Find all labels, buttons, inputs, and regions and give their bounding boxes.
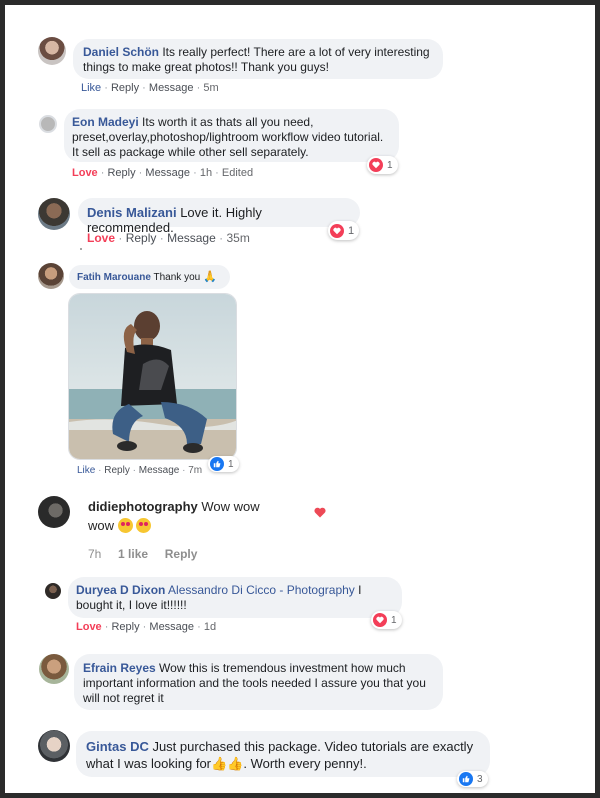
reply-link[interactable]: Reply: [104, 465, 130, 476]
thumbs-up-icon: [459, 772, 473, 786]
thumbs-up-emoji: 👍: [227, 756, 244, 771]
folded-hands-emoji: 🙏: [202, 271, 217, 283]
timestamp[interactable]: 5m: [203, 82, 218, 94]
comment-actions: Like · Reply · Message · 7m: [77, 465, 203, 476]
heart-eyes-emoji: [136, 518, 152, 533]
comment-author[interactable]: Daniel Schön: [83, 45, 159, 59]
message-link[interactable]: Message: [149, 621, 194, 633]
edited-label: Edited: [221, 167, 254, 179]
like-link[interactable]: Like: [77, 465, 95, 476]
comment-text: Thank you: [150, 272, 203, 283]
comment-author[interactable]: didiephotography: [88, 499, 198, 514]
avatar[interactable]: [38, 263, 64, 289]
comment-actions: Love · Reply · Message · 35m: [87, 231, 250, 245]
comment-actions: Love · Reply · Message · 1d: [76, 621, 217, 633]
message-link[interactable]: Message: [167, 231, 216, 245]
comment-author[interactable]: Fatih Marouane: [77, 272, 151, 283]
comment-author[interactable]: Denis Malizani: [87, 205, 177, 220]
comment-bubble: Gintas DC Just purchased this package. V…: [76, 731, 490, 777]
comment-text-continued: . Worth every penny!.: [243, 756, 367, 771]
avatar[interactable]: [38, 496, 70, 528]
reaction-count: 1: [348, 224, 355, 237]
reaction-badge[interactable]: 1: [208, 456, 239, 472]
heart-icon: [369, 158, 383, 172]
message-link[interactable]: Message: [149, 82, 194, 94]
comment-bubble: Denis Malizani Love it. Highly recommend…: [78, 198, 360, 235]
comment-author[interactable]: Duryea D Dixon: [76, 583, 165, 597]
reply-link[interactable]: Reply: [107, 167, 135, 179]
timestamp[interactable]: 35m: [226, 231, 249, 245]
reaction-badge[interactable]: 1: [328, 221, 360, 240]
message-link[interactable]: Message: [145, 167, 190, 179]
avatar[interactable]: [45, 583, 61, 599]
avatar[interactable]: [38, 730, 70, 762]
thumbs-up-emoji: 👍: [211, 756, 228, 771]
reaction-badge[interactable]: 3: [457, 771, 488, 787]
comment-bubble: Duryea D Dixon Alessandro Di Cicco - Pho…: [68, 577, 402, 618]
likes-count[interactable]: 1 like: [118, 547, 148, 561]
reaction-count: 1: [228, 458, 234, 470]
screenshot-frame: Daniel Schön Its really perfect! There a…: [0, 0, 600, 798]
comment-body: didiephotography Wow wow wow: [88, 497, 308, 535]
comment-actions: Like · Reply · Message · 5m: [81, 82, 219, 94]
stray-dot: [80, 248, 82, 250]
love-link[interactable]: Love: [87, 231, 115, 245]
love-link[interactable]: Love: [72, 167, 98, 179]
heart-icon: [314, 507, 326, 518]
reaction-count: 1: [391, 614, 397, 626]
avatar[interactable]: [38, 198, 70, 230]
comment-bubble: Daniel Schön Its really perfect! There a…: [73, 39, 443, 79]
avatar[interactable]: [39, 654, 69, 684]
reaction-badge[interactable]: 1: [371, 611, 402, 629]
mention-link[interactable]: Alessandro Di Cicco - Photography: [168, 583, 355, 597]
comment-bubble: Eon Madeyi Its worth it as thats all you…: [64, 109, 399, 162]
heart-icon: [373, 613, 387, 627]
reply-link[interactable]: Reply: [126, 231, 157, 245]
reaction-count: 1: [387, 159, 393, 171]
reply-link[interactable]: Reply: [111, 621, 139, 633]
like-link[interactable]: Like: [81, 82, 101, 94]
heart-eyes-emoji: [117, 518, 133, 533]
comment-author[interactable]: Gintas DC: [86, 739, 149, 754]
comment-bubble: Fatih Marouane Thank you 🙏: [69, 265, 230, 289]
avatar[interactable]: [39, 115, 57, 133]
timestamp[interactable]: 7h: [88, 547, 101, 561]
reply-link[interactable]: Reply: [111, 82, 139, 94]
comment-author[interactable]: Efrain Reyes: [83, 661, 156, 675]
attached-photo[interactable]: [68, 293, 237, 460]
like-heart-button[interactable]: [314, 505, 326, 523]
comment-bubble: Efrain Reyes Wow this is tremendous inve…: [74, 654, 443, 710]
comment-author[interactable]: Eon Madeyi: [72, 115, 139, 129]
heart-icon: [330, 223, 344, 238]
photo-illustration: [69, 294, 236, 459]
avatar[interactable]: [38, 37, 66, 65]
message-link[interactable]: Message: [139, 465, 180, 476]
thumbs-up-icon: [210, 457, 224, 471]
love-link[interactable]: Love: [76, 621, 102, 633]
reaction-count: 3: [477, 773, 483, 785]
comment-text-continued: wow: [88, 518, 118, 533]
reaction-badge[interactable]: 1: [367, 156, 398, 174]
timestamp[interactable]: 7m: [188, 465, 202, 476]
comment-actions: 7h 1 like Reply: [88, 547, 197, 561]
timestamp[interactable]: 1h: [200, 167, 212, 179]
reply-link[interactable]: Reply: [165, 547, 198, 561]
timestamp[interactable]: 1d: [204, 621, 216, 633]
comment-text: Wow wow: [197, 499, 260, 514]
comment-actions: Love · Reply · Message · 1h · Edited: [72, 167, 254, 179]
